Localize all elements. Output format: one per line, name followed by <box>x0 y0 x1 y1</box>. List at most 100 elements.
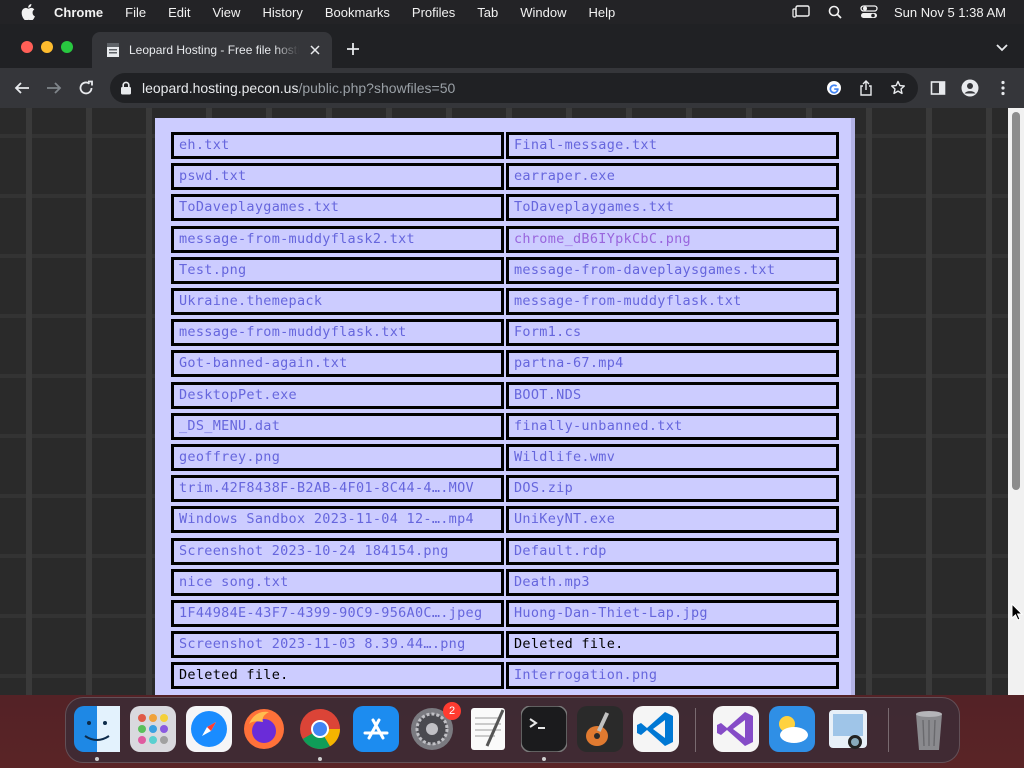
system-settings-icon[interactable]: 2 <box>409 702 461 752</box>
menu-profiles[interactable]: Profiles <box>412 5 455 20</box>
dock: 2 <box>65 697 960 763</box>
browser-toolbar: leopard.hosting.pecon.us/public.php?show… <box>0 68 1024 108</box>
bookmark-star-icon[interactable] <box>890 80 906 96</box>
window-close-button[interactable] <box>21 41 33 53</box>
menu-history[interactable]: History <box>262 5 302 20</box>
google-lens-icon[interactable] <box>826 80 842 96</box>
file-link[interactable]: Screenshot 2023-11-03 8.39.44….png <box>171 631 504 659</box>
window-zoom-button[interactable] <box>61 41 73 53</box>
tab-close-icon[interactable] <box>307 42 323 58</box>
chrome-menu-icon[interactable] <box>993 78 1013 98</box>
deleted-file-cell: Deleted file. <box>506 631 839 659</box>
vscode-icon[interactable] <box>633 706 679 752</box>
file-link[interactable]: Default.rdp <box>506 537 839 565</box>
file-link[interactable]: eh.txt <box>171 132 504 159</box>
menu-window[interactable]: Window <box>520 5 566 20</box>
file-link[interactable]: Form1.cs <box>506 319 839 347</box>
file-link[interactable]: Screenshot 2023-10-24 184154.png <box>171 537 504 565</box>
safari-icon[interactable] <box>186 706 232 752</box>
forward-icon[interactable] <box>44 78 64 98</box>
trash-icon[interactable] <box>906 706 952 752</box>
menu-help[interactable]: Help <box>589 5 616 20</box>
file-link[interactable]: Test.png <box>171 256 504 284</box>
profile-avatar-icon[interactable] <box>960 78 980 98</box>
tab-title: Leopard Hosting - Free file hosting <box>129 43 299 57</box>
file-link[interactable]: Ukraine.themepack <box>171 288 504 315</box>
file-link[interactable]: Wildlife.wmv <box>506 444 839 471</box>
file-link[interactable]: Final-message.txt <box>506 132 839 159</box>
url-text: leopard.hosting.pecon.us/public.php?show… <box>142 80 455 96</box>
stage-manager-icon[interactable] <box>792 3 810 21</box>
file-link[interactable]: partna-67.mp4 <box>506 350 839 378</box>
menu-app-chrome[interactable]: Chrome <box>54 5 103 20</box>
app-store-icon[interactable] <box>353 706 399 752</box>
dock-separator <box>888 708 889 752</box>
running-indicator <box>542 757 546 761</box>
file-list-panel: eh.txt Final-message.txt pswd.txt earraper.… <box>155 118 855 695</box>
file-link[interactable]: earraper.exe <box>506 163 839 191</box>
page-favicon-icon <box>105 42 121 58</box>
textedit-icon[interactable] <box>465 706 511 752</box>
address-bar[interactable]: leopard.hosting.pecon.us/public.php?show… <box>110 73 918 103</box>
file-link[interactable]: UniKeyNT.exe <box>506 506 839 534</box>
file-link[interactable]: message-from-muddyflask.txt <box>171 319 504 347</box>
file-link[interactable]: Death.mp3 <box>506 568 839 596</box>
file-link[interactable]: ToDaveplaygames.txt <box>506 194 839 222</box>
tab-search-icon[interactable] <box>994 40 1010 56</box>
weather-icon[interactable] <box>769 706 815 752</box>
menu-view[interactable]: View <box>212 5 240 20</box>
side-panel-icon[interactable] <box>928 78 948 98</box>
file-link[interactable]: message-from-daveplaysgames.txt <box>506 256 839 284</box>
terminal-icon[interactable] <box>520 705 568 753</box>
scrollbar-thumb[interactable] <box>1012 112 1020 490</box>
file-link[interactable]: geoffrey.png <box>171 444 504 471</box>
window-minimize-button[interactable] <box>41 41 53 53</box>
file-link[interactable]: Got-banned-again.txt <box>171 350 504 378</box>
menu-bar: Chrome File Edit View History Bookmarks … <box>0 0 1024 24</box>
file-link[interactable]: DOS.zip <box>506 475 839 503</box>
file-link[interactable]: message-from-muddyflask2.txt <box>171 225 504 253</box>
file-link[interactable]: Interrogation.png <box>506 662 839 690</box>
file-link[interactable]: BOOT.NDS <box>506 381 839 409</box>
firefox-icon[interactable] <box>241 706 287 752</box>
menu-edit[interactable]: Edit <box>168 5 190 20</box>
menu-bar-clock[interactable]: Sun Nov 5 1:38 AM <box>894 5 1006 20</box>
share-icon[interactable] <box>858 80 874 96</box>
launchpad-icon[interactable] <box>130 706 176 752</box>
tab-strip: Leopard Hosting - Free file hosting <box>0 24 1024 68</box>
file-link[interactable]: Huong-Dan-Thiet-Lap.jpg <box>506 600 839 627</box>
running-indicator <box>318 757 322 761</box>
apple-menu-icon[interactable] <box>18 0 38 24</box>
file-link[interactable]: message-from-muddyflask.txt <box>506 288 839 315</box>
file-link[interactable]: pswd.txt <box>171 163 504 191</box>
file-link[interactable]: chrome_dB6IYpkCbC.png <box>506 225 839 253</box>
chrome-icon[interactable] <box>297 706 343 752</box>
file-link[interactable]: trim.42F8438F-B2AB-4F01-8C44-4….MOV <box>171 475 504 503</box>
finder-icon[interactable] <box>74 706 120 752</box>
menu-file[interactable]: File <box>125 5 146 20</box>
url-host: leopard.hosting.pecon.us <box>142 80 299 96</box>
back-icon[interactable] <box>12 78 32 98</box>
file-link[interactable]: DesktopPet.exe <box>171 381 504 409</box>
browser-tab[interactable]: Leopard Hosting - Free file hosting <box>92 32 332 68</box>
file-link[interactable]: ToDaveplaygames.txt <box>171 194 504 222</box>
control-center-icon[interactable] <box>860 3 878 21</box>
file-link[interactable]: _DS_MENU.dat <box>171 412 504 440</box>
file-link[interactable]: Windows Sandbox 2023-11-04 12-….mp4 <box>171 506 504 534</box>
new-tab-icon[interactable] <box>343 39 363 59</box>
url-path: /public.php?showfiles=50 <box>298 80 456 96</box>
preview-icon[interactable] <box>825 706 871 752</box>
file-link[interactable]: finally-unbanned.txt <box>506 412 839 440</box>
file-link[interactable]: 1F44984E-43F7-4399-90C9-956A0C….jpeg <box>171 600 504 627</box>
garageband-icon[interactable] <box>577 706 623 752</box>
running-indicator <box>95 757 99 761</box>
lock-icon[interactable] <box>120 81 134 95</box>
reload-icon[interactable] <box>76 78 96 98</box>
menu-tab[interactable]: Tab <box>477 5 498 20</box>
visual-studio-icon[interactable] <box>713 706 759 752</box>
file-link[interactable]: nice song.txt <box>171 568 504 596</box>
spotlight-icon[interactable] <box>826 3 844 21</box>
menu-bookmarks[interactable]: Bookmarks <box>325 5 390 20</box>
notification-badge: 2 <box>443 702 461 720</box>
page-viewport[interactable]: eh.txt Final-message.txt pswd.txt earraper.… <box>0 108 1024 695</box>
